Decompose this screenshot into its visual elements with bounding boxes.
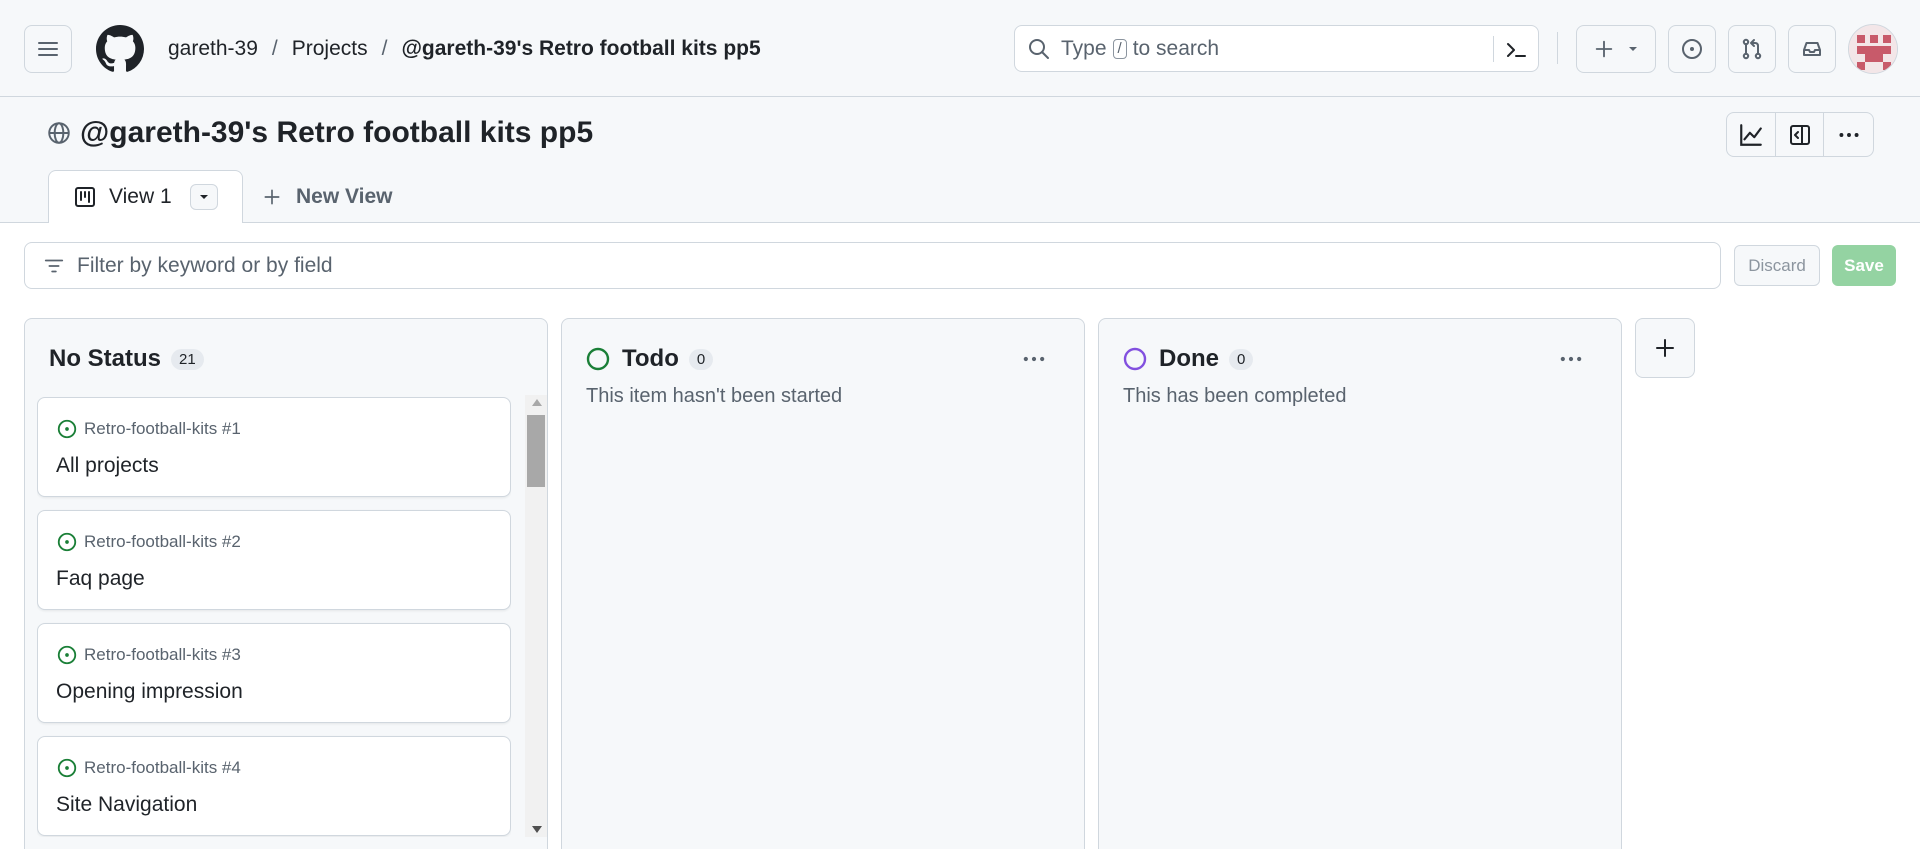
issue-opened-icon bbox=[57, 419, 77, 439]
breadcrumb-separator: / bbox=[271, 37, 278, 60]
new-view-button[interactable]: New View bbox=[262, 182, 393, 212]
column-header: Done 0 bbox=[1123, 345, 1254, 373]
search-suffix-text: to search bbox=[1132, 36, 1220, 60]
status-circle-icon bbox=[586, 347, 610, 371]
toggle-side-panel-button[interactable] bbox=[1776, 113, 1825, 156]
column-description: This item hasn't been started bbox=[586, 385, 843, 407]
column-count-badge: 21 bbox=[171, 348, 204, 370]
list-item[interactable]: Retro-football-kits #4 Site Navigation bbox=[37, 736, 511, 836]
list-item[interactable]: Retro-football-kits #2 Faq page bbox=[37, 510, 511, 610]
open-menu-button[interactable] bbox=[24, 25, 72, 73]
command-palette-icon[interactable] bbox=[1504, 38, 1528, 62]
project-more-button[interactable] bbox=[1824, 113, 1873, 156]
insights-button[interactable] bbox=[1727, 113, 1776, 156]
add-column-button[interactable] bbox=[1635, 318, 1695, 378]
card-ref-text: Retro-football-kits #4 bbox=[84, 758, 241, 777]
card-title[interactable]: Faq page bbox=[56, 567, 145, 591]
plus-icon bbox=[1595, 40, 1613, 58]
status-circle-icon bbox=[1123, 347, 1147, 371]
new-view-label: New View bbox=[296, 185, 393, 208]
tabs-divider bbox=[0, 222, 1920, 223]
discard-button[interactable]: Discard bbox=[1734, 245, 1820, 286]
inbox-icon bbox=[1803, 42, 1821, 56]
kebab-horizontal-icon[interactable] bbox=[1557, 345, 1585, 373]
pull-requests-button[interactable] bbox=[1728, 25, 1776, 73]
plus-icon bbox=[1656, 339, 1674, 357]
issue-opened-icon bbox=[57, 532, 77, 552]
git-pull-request-icon bbox=[1742, 38, 1762, 60]
kebab-horizontal-icon[interactable] bbox=[1020, 345, 1048, 373]
list-item[interactable]: Retro-football-kits #3 Opening impressio… bbox=[37, 623, 511, 723]
create-new-button[interactable] bbox=[1576, 25, 1656, 73]
filter-placeholder: Filter by keyword or by field bbox=[77, 253, 333, 277]
search-prefix-text: Type bbox=[1061, 36, 1107, 60]
card-list: Retro-football-kits #1 All projects Retr… bbox=[37, 397, 511, 837]
issues-button[interactable] bbox=[1668, 25, 1716, 73]
issue-opened-icon bbox=[57, 645, 77, 665]
card-title[interactable]: All projects bbox=[56, 454, 159, 478]
column-no-status: No Status 21 Retro-football-kits #1 All … bbox=[24, 318, 548, 849]
card-reference: Retro-football-kits #1 bbox=[56, 418, 241, 440]
column-header: Todo 0 bbox=[586, 345, 714, 373]
card-title[interactable]: Opening impression bbox=[56, 680, 243, 704]
column-title: Todo bbox=[622, 345, 679, 372]
project-title-row: @gareth-39's Retro football kits pp5 bbox=[46, 116, 593, 150]
card-reference: Retro-football-kits #3 bbox=[56, 644, 241, 666]
column-header: No Status 21 bbox=[49, 345, 204, 373]
column-count-badge: 0 bbox=[1229, 348, 1254, 370]
filter-icon bbox=[44, 259, 64, 272]
card-reference: Retro-football-kits #4 bbox=[56, 757, 241, 779]
search-shortcut-key: / bbox=[1112, 38, 1127, 59]
column-done: Done 0 This has been completed bbox=[1098, 318, 1622, 849]
tab-label: View 1 bbox=[109, 185, 172, 208]
avatar[interactable] bbox=[1848, 24, 1898, 74]
column-title: Done bbox=[1159, 345, 1219, 372]
triangle-down-icon bbox=[199, 195, 208, 199]
global-header: gareth-39 / Projects / @gareth-39's Retr… bbox=[0, 0, 1920, 97]
card-reference: Retro-football-kits #2 bbox=[56, 531, 241, 553]
sidebar-expand-icon bbox=[1789, 124, 1810, 145]
header-divider bbox=[1557, 32, 1558, 64]
scrollbar[interactable] bbox=[525, 395, 547, 837]
save-button[interactable]: Save bbox=[1832, 245, 1896, 286]
card-ref-text: Retro-football-kits #1 bbox=[84, 419, 241, 438]
breadcrumb: gareth-39 / Projects / @gareth-39's Retr… bbox=[168, 34, 761, 64]
github-logo-icon[interactable] bbox=[96, 25, 144, 73]
column-count-badge: 0 bbox=[688, 348, 714, 370]
plus-icon bbox=[264, 189, 280, 205]
list-item[interactable]: Retro-football-kits #1 All projects bbox=[37, 397, 511, 497]
search-icon bbox=[1029, 38, 1049, 59]
breadcrumb-projects-link[interactable]: Projects bbox=[292, 37, 368, 61]
card-ref-text: Retro-football-kits #2 bbox=[84, 532, 241, 551]
page-title: @gareth-39's Retro football kits pp5 bbox=[80, 116, 594, 149]
scroll-up-arrow[interactable] bbox=[532, 399, 542, 406]
project-board-icon bbox=[75, 187, 95, 207]
card-title[interactable]: Site Navigation bbox=[56, 793, 197, 817]
scroll-down-arrow[interactable] bbox=[532, 826, 542, 833]
card-ref-text: Retro-football-kits #3 bbox=[84, 645, 241, 664]
filter-input[interactable]: Filter by keyword or by field bbox=[24, 242, 1721, 289]
column-todo: Todo 0 This item hasn't been started bbox=[561, 318, 1085, 849]
tab-view-1[interactable]: View 1 bbox=[48, 170, 243, 223]
search-input[interactable]: Type / to search bbox=[1014, 25, 1539, 72]
issue-opened-icon bbox=[1682, 39, 1702, 59]
globe-icon bbox=[48, 122, 70, 144]
hamburger-icon bbox=[38, 42, 58, 56]
column-title: No Status bbox=[49, 345, 162, 372]
kebab-horizontal-icon bbox=[1839, 132, 1859, 137]
view-options-button[interactable] bbox=[189, 184, 218, 210]
triangle-down-icon bbox=[1629, 47, 1637, 51]
breadcrumb-separator: / bbox=[381, 37, 388, 60]
issue-opened-icon bbox=[57, 758, 77, 778]
inbox-button[interactable] bbox=[1788, 25, 1836, 73]
search-divider bbox=[1493, 36, 1494, 62]
breadcrumb-owner-link[interactable]: gareth-39 bbox=[168, 37, 258, 61]
column-description: This has been completed bbox=[1123, 385, 1347, 407]
scrollbar-thumb[interactable] bbox=[527, 415, 545, 487]
graph-icon bbox=[1739, 123, 1762, 146]
breadcrumb-project-link[interactable]: @gareth-39's Retro football kits pp5 bbox=[401, 37, 760, 61]
project-actions-group bbox=[1726, 112, 1874, 157]
